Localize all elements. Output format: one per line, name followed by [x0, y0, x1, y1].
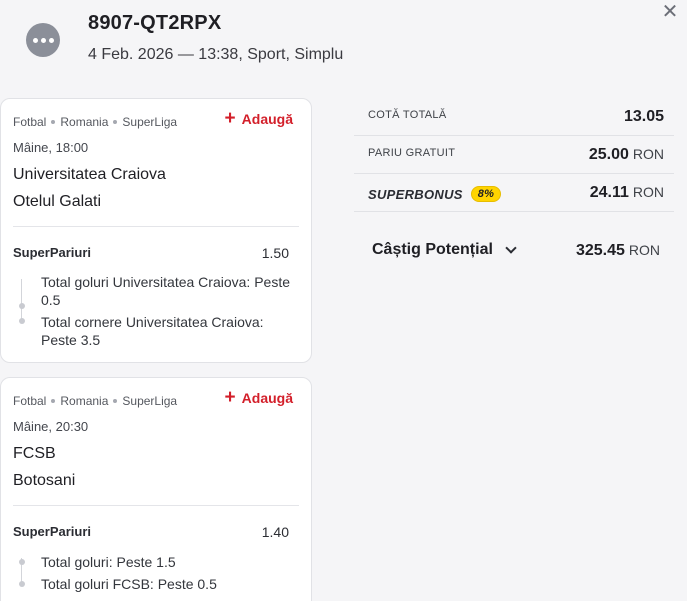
- free-bet-amount: 25.00 RON: [589, 146, 664, 164]
- superbonus-amount: 24.11 RON: [590, 184, 664, 202]
- divider: [13, 226, 299, 227]
- selection-dot: [19, 559, 25, 565]
- market-odds: 1.40: [261, 524, 289, 540]
- chevron-down-icon: [505, 242, 517, 254]
- ticket-id: 8907-QT2RPX: [88, 12, 222, 34]
- potential-win-toggle[interactable]: Câștig Potențial: [372, 241, 517, 259]
- breadcrumb: Fotbal Romania SuperLiga: [13, 394, 177, 408]
- currency-label: RON: [632, 184, 664, 200]
- breadcrumb-country: Romania: [60, 394, 109, 408]
- total-odds-value: 13.05: [623, 108, 664, 125]
- close-icon: ✕: [661, 1, 679, 23]
- more-icon-dot: [40, 37, 46, 43]
- superbonus-text: SUPERBONUS: [368, 186, 463, 202]
- market-odds: 1.50: [261, 245, 289, 261]
- team-home: FCSB: [13, 445, 56, 462]
- breadcrumb-separator: [51, 399, 56, 403]
- selection-dot: [19, 318, 25, 324]
- more-icon-dot: [48, 37, 54, 43]
- selection-dot: [19, 581, 25, 587]
- total-odds-row: COTĂ TOTALĂ 13.05: [354, 98, 674, 136]
- event-time: Mâine, 18:00: [13, 140, 89, 155]
- event-card: Fotbal Romania SuperLiga + Adaugă Mâine,…: [0, 377, 312, 601]
- breadcrumb-sport: Fotbal: [13, 394, 47, 408]
- breadcrumb-separator: [51, 120, 56, 124]
- team-home: Universitatea Craiova: [13, 166, 166, 183]
- selection-connector: [21, 279, 22, 319]
- currency-label: RON: [632, 146, 664, 162]
- superbonus-row: SUPERBONUS 8% 24.11 RON: [354, 174, 674, 212]
- superbonus-badge: 8%: [470, 186, 502, 202]
- free-bet-label: PARIU GRATUIT: [368, 147, 456, 159]
- breadcrumb-league: SuperLiga: [122, 115, 178, 129]
- potential-win-amount: 325.45 RON: [576, 242, 660, 260]
- breadcrumb-league: SuperLiga: [122, 394, 178, 408]
- market-name: SuperPariuri: [13, 524, 92, 539]
- selection-item: Total cornere Universitatea Craiova: Pes…: [41, 314, 264, 348]
- more-icon: [32, 37, 38, 43]
- event-time: Mâine, 20:30: [13, 419, 89, 434]
- add-button[interactable]: + Adaugă: [224, 387, 293, 408]
- market-name: SuperPariuri: [13, 245, 92, 260]
- currency-label: RON: [628, 242, 660, 258]
- superbonus-value: 24.11: [589, 184, 629, 201]
- divider: [13, 505, 299, 506]
- add-button-label: Adaugă: [241, 111, 293, 127]
- breadcrumb: Fotbal Romania SuperLiga: [13, 115, 177, 129]
- team-away: Botosani: [13, 472, 76, 489]
- ticket-meta: 4 Feb. 2026 — 13:38, Sport, Simplu: [88, 46, 344, 63]
- total-odds-label: COTĂ TOTALĂ: [368, 109, 447, 121]
- plus-icon: +: [224, 108, 236, 129]
- free-bet-row: PARIU GRATUIT 25.00 RON: [354, 136, 674, 174]
- team-away: Otelul Galati: [13, 193, 102, 210]
- breadcrumb-separator: [113, 120, 118, 124]
- free-bet-value: 25.00: [588, 146, 629, 163]
- add-button[interactable]: + Adaugă: [224, 108, 293, 129]
- breadcrumb-separator: [113, 399, 118, 403]
- selection-dot: [19, 303, 25, 309]
- selection-item: Total goluri FCSB: Peste 0.5: [41, 576, 217, 592]
- more-options-button[interactable]: [26, 23, 60, 57]
- plus-icon: +: [224, 387, 236, 408]
- breadcrumb-country: Romania: [60, 115, 109, 129]
- add-button-label: Adaugă: [241, 390, 293, 406]
- potential-win-value: 325.45: [575, 242, 625, 259]
- superbonus-label: SUPERBONUS 8%: [368, 186, 502, 202]
- selection-item: Total goluri: Peste 1.5: [41, 554, 176, 570]
- ticket-header: 8907-QT2RPX 4 Feb. 2026 — 13:38, Sport, …: [0, 0, 687, 90]
- close-button[interactable]: ✕: [660, 2, 680, 22]
- event-card: Fotbal Romania SuperLiga + Adaugă Mâine,…: [0, 98, 312, 363]
- potential-win-label: Câștig Potențial: [372, 241, 493, 258]
- selection-item: Total goluri Universitatea Craiova: Pest…: [41, 274, 291, 308]
- breadcrumb-sport: Fotbal: [13, 115, 47, 129]
